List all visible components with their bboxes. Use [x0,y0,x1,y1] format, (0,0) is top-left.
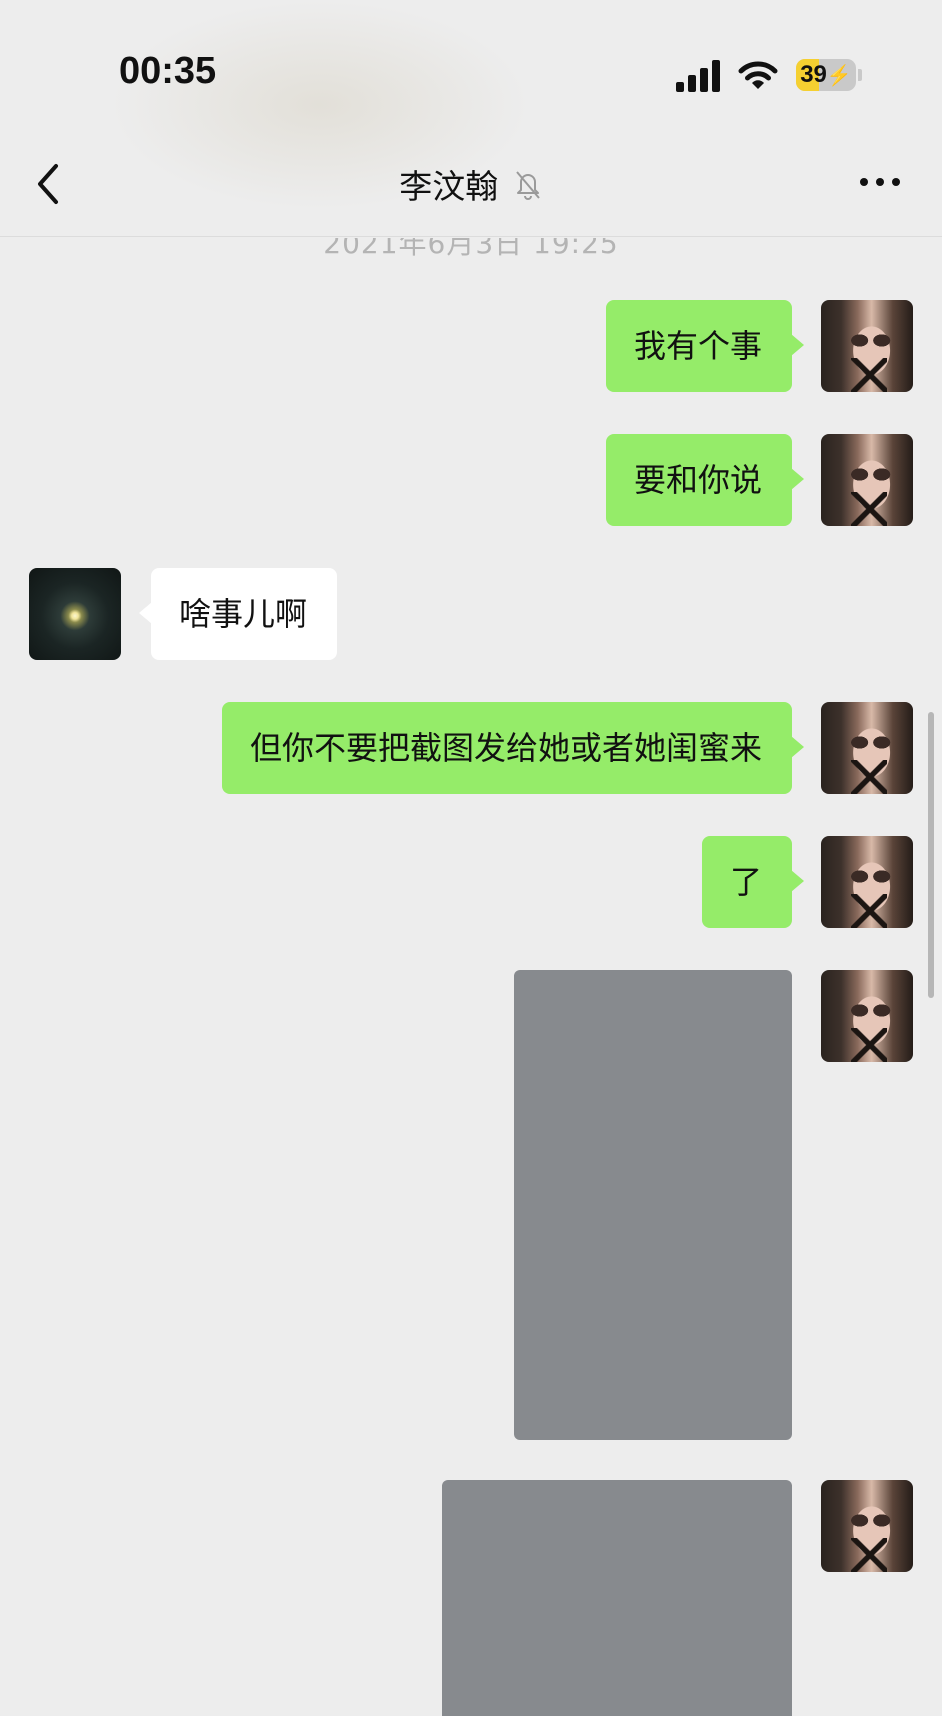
more-options-button[interactable] [856,168,904,196]
self-avatar[interactable] [821,1480,913,1572]
cellular-signal-icon [676,60,720,92]
wifi-icon [738,61,778,89]
self-avatar[interactable] [821,702,913,794]
contact-name: 李汶翰 [399,167,499,206]
message-text: 要和你说 [633,461,762,499]
message-text: 但你不要把截图发给她或者她闺蜜来 [249,729,762,767]
sent-message-bubble[interactable]: 了 [701,836,805,928]
message-timestamp: 2021年6月3日 19:25 [323,227,619,260]
message-text: 了 [729,863,762,901]
image-message[interactable] [514,970,792,1440]
nav-divider [0,236,942,237]
battery-charging-icon: 39⚡ [796,59,856,91]
battery-cap [858,69,862,81]
message-text: 啥事儿啊 [179,595,308,633]
received-message-bubble[interactable]: 啥事儿啊 [138,568,338,660]
self-avatar[interactable] [821,836,913,928]
bell-muted-icon [515,171,540,200]
sent-message-bubble[interactable]: 我有个事 [605,300,805,392]
sent-message-bubble[interactable]: 要和你说 [605,434,805,526]
chat-title: 李汶翰 [0,160,942,208]
status-time: 00:35 [119,50,217,92]
self-avatar[interactable] [821,970,913,1062]
image-message[interactable] [442,1480,792,1716]
message-text: 我有个事 [633,327,762,365]
sent-message-bubble[interactable]: 但你不要把截图发给她或者她闺蜜来 [221,702,805,794]
scrollbar[interactable] [928,712,934,998]
battery-level-text: 39⚡ [800,61,852,88]
contact-avatar[interactable] [29,568,121,660]
self-avatar[interactable] [821,434,913,526]
chat-screen: 00:35 39⚡ 李汶翰 2021年6月3日 19:25 我有个事 要和你说 … [0,0,942,1716]
self-avatar[interactable] [821,300,913,392]
